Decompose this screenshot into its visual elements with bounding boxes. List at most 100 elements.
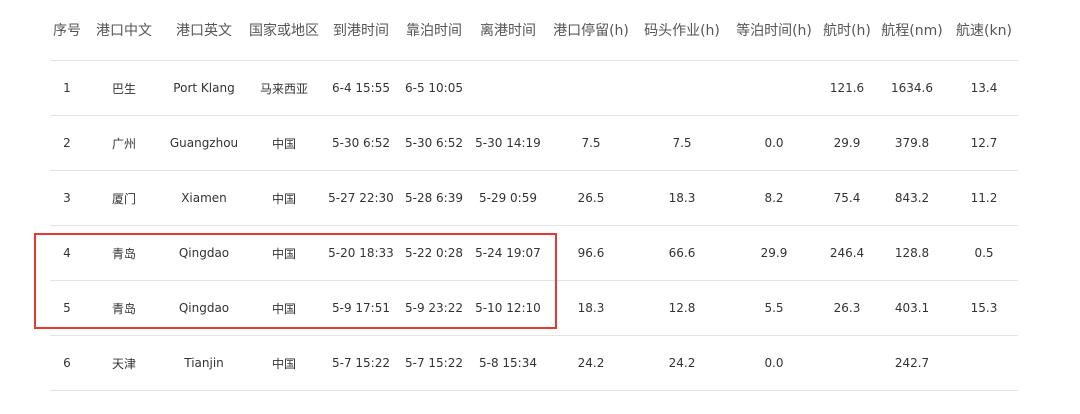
cell-distance: 403.1 [874, 280, 950, 336]
cell-port-en: Port Klang [164, 60, 244, 116]
cell-berth-wait: 0.0 [728, 335, 820, 391]
cell-port-en: Qingdao [164, 280, 244, 336]
cell-berth-wait: 0.0 [728, 115, 820, 171]
cell-arrival-time: 6-4 15:55 [324, 60, 398, 116]
table-row: 6 天津 Tianjin 中国 5-7 15:22 5-7 15:22 5-8 … [50, 335, 1018, 391]
cell-port-cn: 青岛 [84, 280, 164, 336]
cell-terminal-ops: 7.5 [636, 115, 728, 171]
cell-country: 中国 [244, 335, 324, 391]
cell-country: 中国 [244, 170, 324, 226]
cell-distance: 843.2 [874, 170, 950, 226]
cell-arrival-time: 5-7 15:22 [324, 335, 398, 391]
cell-port-cn: 巴生 [84, 60, 164, 116]
header-port-stay: 港口停留(h) [546, 0, 636, 61]
cell-speed: 0.5 [950, 225, 1018, 281]
cell-berth-wait [728, 60, 820, 116]
cell-terminal-ops [636, 60, 728, 116]
cell-speed: 15.3 [950, 280, 1018, 336]
cell-port-cn: 广州 [84, 115, 164, 171]
cell-port-stay [546, 60, 636, 116]
header-departure-time: 离港时间 [470, 0, 546, 61]
port-schedule-table-container: 序号 港口中文 港口英文 国家或地区 到港时间 靠泊时间 离港时间 港口停留(h… [50, 0, 1018, 391]
table-row: 4 青岛 Qingdao 中国 5-20 18:33 5-22 0:28 5-2… [50, 225, 1018, 281]
cell-arrival-time: 5-9 17:51 [324, 280, 398, 336]
cell-departure-time: 5-29 0:59 [470, 170, 546, 226]
header-port-en: 港口英文 [164, 0, 244, 61]
cell-speed: 12.7 [950, 115, 1018, 171]
cell-port-en: Xiamen [164, 170, 244, 226]
header-country: 国家或地区 [244, 0, 324, 61]
cell-country: 中国 [244, 115, 324, 171]
cell-speed: 11.2 [950, 170, 1018, 226]
cell-speed: 13.4 [950, 60, 1018, 116]
cell-port-cn: 厦门 [84, 170, 164, 226]
cell-port-cn: 青岛 [84, 225, 164, 281]
header-port-cn: 港口中文 [84, 0, 164, 61]
cell-arrival-time: 5-30 6:52 [324, 115, 398, 171]
cell-arrival-time: 5-27 22:30 [324, 170, 398, 226]
cell-seq: 4 [50, 225, 84, 281]
cell-port-stay: 18.3 [546, 280, 636, 336]
cell-berth-wait: 8.2 [728, 170, 820, 226]
cell-departure-time: 5-24 19:07 [470, 225, 546, 281]
cell-voyage-hours: 29.9 [820, 115, 874, 171]
cell-voyage-hours: 75.4 [820, 170, 874, 226]
cell-port-cn: 天津 [84, 335, 164, 391]
cell-arrival-time: 5-20 18:33 [324, 225, 398, 281]
cell-seq: 2 [50, 115, 84, 171]
header-distance: 航程(nm) [874, 0, 950, 61]
header-arrival-time: 到港时间 [324, 0, 398, 61]
cell-voyage-hours: 246.4 [820, 225, 874, 281]
cell-departure-time: 5-10 12:10 [470, 280, 546, 336]
cell-speed [950, 335, 1018, 391]
cell-berthing-time: 5-9 23:22 [398, 280, 470, 336]
table-row: 3 厦门 Xiamen 中国 5-27 22:30 5-28 6:39 5-29… [50, 170, 1018, 226]
cell-seq: 6 [50, 335, 84, 391]
port-schedule-table: 序号 港口中文 港口英文 国家或地区 到港时间 靠泊时间 离港时间 港口停留(h… [50, 0, 1018, 391]
header-terminal-ops: 码头作业(h) [636, 0, 728, 61]
cell-port-stay: 24.2 [546, 335, 636, 391]
cell-port-stay: 7.5 [546, 115, 636, 171]
cell-seq: 1 [50, 60, 84, 116]
header-seq: 序号 [50, 0, 84, 61]
cell-port-stay: 26.5 [546, 170, 636, 226]
cell-port-en: Qingdao [164, 225, 244, 281]
cell-seq: 3 [50, 170, 84, 226]
cell-terminal-ops: 18.3 [636, 170, 728, 226]
cell-country: 中国 [244, 280, 324, 336]
cell-port-en: Guangzhou [164, 115, 244, 171]
cell-berthing-time: 5-28 6:39 [398, 170, 470, 226]
cell-berth-wait: 29.9 [728, 225, 820, 281]
cell-departure-time [470, 60, 546, 116]
cell-distance: 379.8 [874, 115, 950, 171]
cell-voyage-hours: 121.6 [820, 60, 874, 116]
table-row: 5 青岛 Qingdao 中国 5-9 17:51 5-9 23:22 5-10… [50, 280, 1018, 336]
table-row: 2 广州 Guangzhou 中国 5-30 6:52 5-30 6:52 5-… [50, 115, 1018, 171]
cell-terminal-ops: 66.6 [636, 225, 728, 281]
cell-country: 马来西亚 [244, 60, 324, 116]
cell-departure-time: 5-30 14:19 [470, 115, 546, 171]
cell-berthing-time: 5-7 15:22 [398, 335, 470, 391]
cell-berthing-time: 6-5 10:05 [398, 60, 470, 116]
header-berth-wait: 等泊时间(h) [728, 0, 820, 61]
cell-berthing-time: 5-30 6:52 [398, 115, 470, 171]
cell-voyage-hours: 26.3 [820, 280, 874, 336]
cell-berth-wait: 5.5 [728, 280, 820, 336]
header-speed: 航速(kn) [950, 0, 1018, 61]
cell-departure-time: 5-8 15:34 [470, 335, 546, 391]
cell-terminal-ops: 24.2 [636, 335, 728, 391]
cell-country: 中国 [244, 225, 324, 281]
cell-distance: 242.7 [874, 335, 950, 391]
cell-distance: 1634.6 [874, 60, 950, 116]
cell-port-stay: 96.6 [546, 225, 636, 281]
header-voyage-hours: 航时(h) [820, 0, 874, 61]
cell-seq: 5 [50, 280, 84, 336]
cell-distance: 128.8 [874, 225, 950, 281]
cell-port-en: Tianjin [164, 335, 244, 391]
table-header-row: 序号 港口中文 港口英文 国家或地区 到港时间 靠泊时间 离港时间 港口停留(h… [50, 0, 1018, 61]
cell-terminal-ops: 12.8 [636, 280, 728, 336]
table-row: 1 巴生 Port Klang 马来西亚 6-4 15:55 6-5 10:05… [50, 60, 1018, 116]
cell-voyage-hours [820, 335, 874, 391]
header-berthing-time: 靠泊时间 [398, 0, 470, 61]
cell-berthing-time: 5-22 0:28 [398, 225, 470, 281]
